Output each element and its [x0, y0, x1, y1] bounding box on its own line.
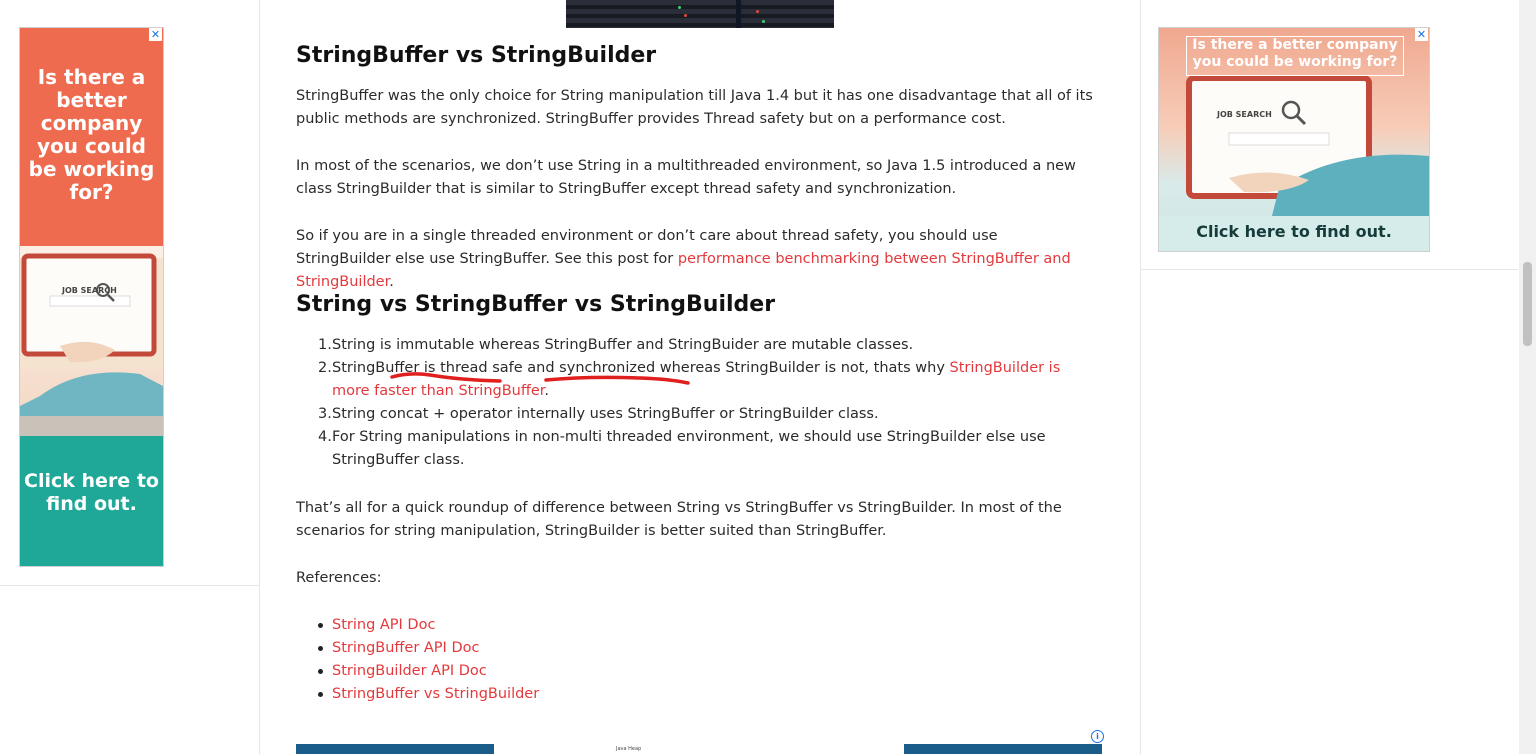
reference-item: StringBuffer API Doc: [318, 637, 539, 660]
sidebar-divider: [0, 585, 259, 586]
server-rack-graphic: [741, 0, 834, 28]
server-led: [678, 6, 681, 9]
right-sidebar: JOB SEARCH Is there a better company you…: [1141, 0, 1518, 754]
server-led: [762, 20, 765, 23]
summary-paragraph: That’s all for a quick roundup of differ…: [296, 500, 1062, 539]
reference-item: StringBuilder API Doc: [318, 660, 539, 683]
string-api-doc-link[interactable]: String API Doc: [332, 617, 435, 633]
ad-cta-panel[interactable]: Click here to find out.: [20, 436, 163, 566]
list-number: 1.: [318, 337, 332, 353]
ad-cta[interactable]: Click here to find out.: [24, 470, 159, 516]
ad-headline: Is there a better company you could be w…: [1186, 36, 1404, 76]
right-sidebar-ad[interactable]: JOB SEARCH Is there a better company you…: [1158, 27, 1430, 252]
list-item-text: String is immutable whereas StringBuffer…: [332, 337, 914, 353]
paragraph-2: In most of the scenarios, we don’t use S…: [296, 158, 1076, 197]
ad-cta[interactable]: Click here to find out.: [1159, 222, 1429, 241]
left-sidebar: Is there a better company you could be w…: [0, 0, 260, 754]
server-rack-graphic: [566, 0, 661, 28]
references-label: References:: [296, 570, 382, 586]
paragraph-3-end: .: [389, 274, 394, 290]
stringbuffer-vs-stringbuilder-link[interactable]: StringBuffer vs StringBuilder: [332, 686, 539, 702]
laptop-illustration: [20, 253, 163, 436]
ad-close-icon[interactable]: ✕: [149, 28, 162, 41]
heading-stringbuffer-vs-stringbuilder: StringBuffer vs StringBuilder: [296, 43, 657, 68]
list-item: 2. StringBuffer is thread safe and synchr…: [318, 357, 1102, 403]
ad-laptop-image: JOB SEARCH: [20, 246, 163, 436]
server-led: [684, 14, 687, 17]
banner-panel: [904, 744, 1102, 754]
reference-item: StringBuffer vs StringBuilder: [318, 683, 539, 706]
reference-item: String API Doc: [318, 614, 539, 637]
heading-string-vs-stringbuffer-vs-stringbuilder: String vs StringBuffer vs StringBuilder: [296, 292, 776, 317]
banner-text: Java Heap: [616, 746, 642, 752]
article-image-servers: [566, 0, 834, 28]
ad-headline-panel: Is there a better company you could be w…: [20, 28, 163, 246]
bottom-banner-ad[interactable]: Java Heap: [296, 744, 1102, 754]
list-item-text: For String manipulations in non-multi th…: [332, 429, 1046, 468]
scrollbar-thumb[interactable]: [1523, 262, 1532, 346]
ad-close-icon[interactable]: ✕: [1415, 28, 1428, 41]
list-item-text: String concat + operator internally uses…: [332, 406, 879, 422]
server-led: [756, 10, 759, 13]
adchoices-icon[interactable]: i: [1091, 730, 1104, 743]
list-item-text: StringBuffer is thread safe and synchron…: [332, 360, 950, 376]
list-item: 1. String is immutable whereas StringBuff…: [318, 334, 1102, 357]
stringbuffer-api-doc-link[interactable]: StringBuffer API Doc: [332, 640, 479, 656]
references-list: String API Doc StringBuffer API Doc Stri…: [318, 614, 539, 706]
ad-headline: Is there a better company you could be w…: [28, 65, 155, 204]
left-sidebar-ad[interactable]: Is there a better company you could be w…: [19, 27, 164, 567]
paragraph-3: So if you are in a single threaded envir…: [296, 225, 1096, 294]
banner-panel: [296, 744, 494, 754]
stringbuilder-api-doc-link[interactable]: StringBuilder API Doc: [332, 663, 487, 679]
list-item: 4. For String manipulations in non-multi …: [318, 426, 1102, 472]
list-number: 4.: [318, 429, 332, 445]
main-content: StringBuffer vs StringBuilder StringBuff…: [260, 0, 1141, 754]
comparison-list: 1. String is immutable whereas StringBuff…: [318, 334, 1102, 472]
list-item-end: .: [544, 383, 550, 399]
list-item: 3. String concat + operator internally us…: [318, 403, 1102, 426]
sidebar-divider: [1141, 269, 1518, 270]
ad-screen-text: JOB SEARCH: [1217, 110, 1272, 119]
server-rack-graphic: [656, 0, 736, 28]
list-number: 3.: [318, 406, 332, 422]
ad-screen-text: JOB SEARCH: [62, 286, 117, 295]
list-number: 2.: [318, 360, 332, 376]
paragraph-1: StringBuffer was the only choice for Str…: [296, 88, 1093, 127]
page-scrollbar[interactable]: [1519, 0, 1536, 754]
